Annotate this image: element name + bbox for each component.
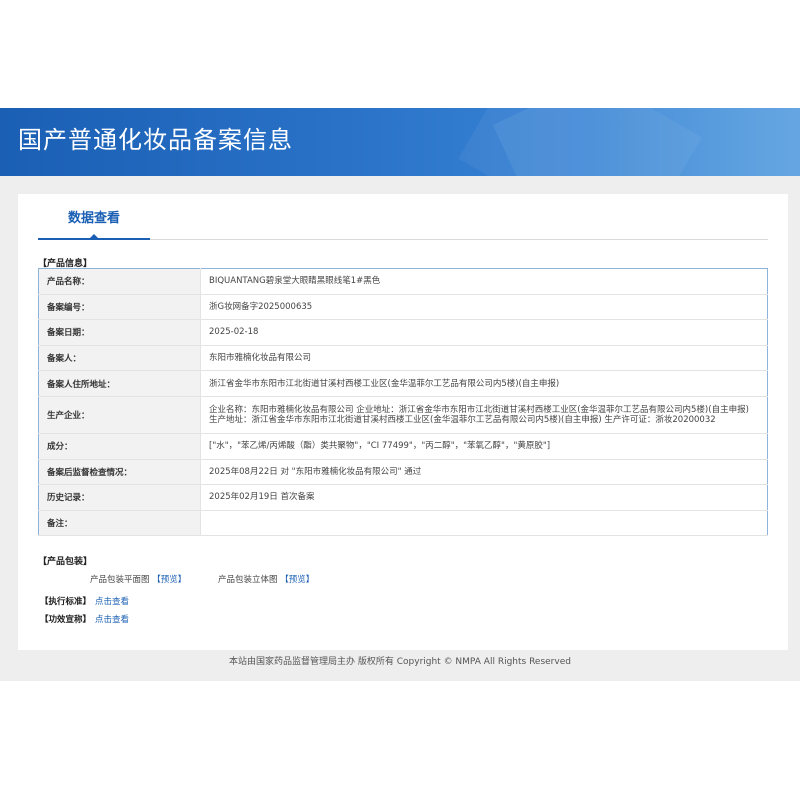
table-row: 历史记录： 2025年02月19日 首次备案 [38, 484, 768, 511]
table-row: 备案人住所地址： 浙江省金华市东阳市江北街道甘溪村西楼工业区(金华温菲尔工艺品有… [38, 370, 768, 397]
table-row: 备注： [38, 510, 768, 537]
packaging-flat-item: 产品包装平面图 【预览】 [90, 573, 186, 585]
row-label: 生产企业： [38, 396, 201, 434]
row-label: 成分： [38, 433, 201, 460]
row-label: 历史记录： [38, 484, 201, 511]
manufacturer-value: 企业名称：东阳市雅楠化妆品有限公司 企业地址：浙江省金华市东阳市江北街道甘溪村西… [200, 396, 768, 434]
product-name-value: BIQUANTANG碧泉堂大眼睛黑眼线笔1#黑色 [200, 268, 768, 295]
table-row: 产品名称： BIQUANTANG碧泉堂大眼睛黑眼线笔1#黑色 [38, 268, 768, 295]
table-row: 备案后监督检查情况： 2025年08月22日 对 "东阳市雅楠化妆品有限公司" … [38, 459, 768, 486]
inspection-value: 2025年08月22日 对 "东阳市雅楠化妆品有限公司" 通过 [200, 459, 768, 486]
product-info-table: 产品名称： BIQUANTANG碧泉堂大眼睛黑眼线笔1#黑色 备案编号： 浙G妆… [38, 268, 768, 537]
row-label: 备案人住所地址： [38, 370, 201, 397]
tab-label: 数据查看 [67, 211, 120, 226]
packaging-solid-item: 产品包装立体图 【预览】 [218, 573, 314, 585]
table-row: 备案编号： 浙G妆网备字2025000635 [38, 294, 768, 321]
table-row: 备案人： 东阳市雅楠化妆品有限公司 [38, 345, 768, 372]
standards-label: 【执行标准】 [40, 597, 92, 607]
table-row: 备案日期： 2025-02-18 [38, 319, 768, 346]
packaging-solid-label: 产品包装立体图 [218, 575, 278, 585]
registration-date-value: 2025-02-18 [200, 319, 768, 346]
standards-view-link[interactable]: 点击查看 [95, 597, 129, 607]
row-label: 备案人： [38, 345, 201, 372]
efficacy-label: 【功效宣称】 [40, 615, 92, 625]
row-label: 备案日期： [38, 319, 201, 346]
tab-caret-icon [90, 234, 98, 238]
packaging-flat-label: 产品包装平面图 [90, 575, 150, 585]
registrant-address-value: 浙江省金华市东阳市江北街道甘溪村西楼工业区(金华温菲尔工艺品有限公司内5楼)(自… [200, 370, 768, 397]
row-label: 备案编号： [38, 294, 201, 321]
row-label: 备注： [38, 510, 201, 537]
row-label: 备案后监督检查情况： [38, 459, 201, 486]
table-row: 生产企业： 企业名称：东阳市雅楠化妆品有限公司 企业地址：浙江省金华市东阳市江北… [38, 396, 768, 434]
page-title: 国产普通化妆品备案信息 [18, 126, 293, 154]
packaging-heading: 【产品包装】 [38, 557, 93, 567]
history-value: 2025年02月19日 首次备案 [200, 484, 768, 511]
efficacy-row: 【功效宣称】 点击查看 [40, 613, 129, 625]
packaging-solid-preview-link[interactable]: 【预览】 [280, 575, 314, 585]
tab-data-view[interactable]: 数据查看 [38, 194, 150, 240]
row-label: 产品名称： [38, 268, 201, 295]
ingredients-value: ["水"，"苯乙烯/丙烯酸（酯）类共聚物"，"CI 77499"，"丙二醇"，"… [200, 433, 768, 460]
tab-bar: 数据查看 [38, 194, 768, 240]
table-row: 成分： ["水"，"苯乙烯/丙烯酸（酯）类共聚物"，"CI 77499"，"丙二… [38, 433, 768, 460]
content-panel: 数据查看 【产品信息】 产品名称： BIQUANTANG碧泉堂大眼睛黑眼线笔1#… [18, 194, 788, 650]
registrant-value: 东阳市雅楠化妆品有限公司 [200, 345, 768, 372]
footer-copyright: 本站由国家药品监督管理局主办 版权所有 Copyright © NMPA All… [229, 657, 571, 667]
header-banner: 国产普通化妆品备案信息 [0, 108, 800, 176]
packaging-flat-preview-link[interactable]: 【预览】 [152, 575, 186, 585]
registration-number-value: 浙G妆网备字2025000635 [200, 294, 768, 321]
efficacy-view-link[interactable]: 点击查看 [95, 615, 129, 625]
remarks-value [200, 510, 768, 537]
standards-row: 【执行标准】 点击查看 [40, 595, 129, 607]
